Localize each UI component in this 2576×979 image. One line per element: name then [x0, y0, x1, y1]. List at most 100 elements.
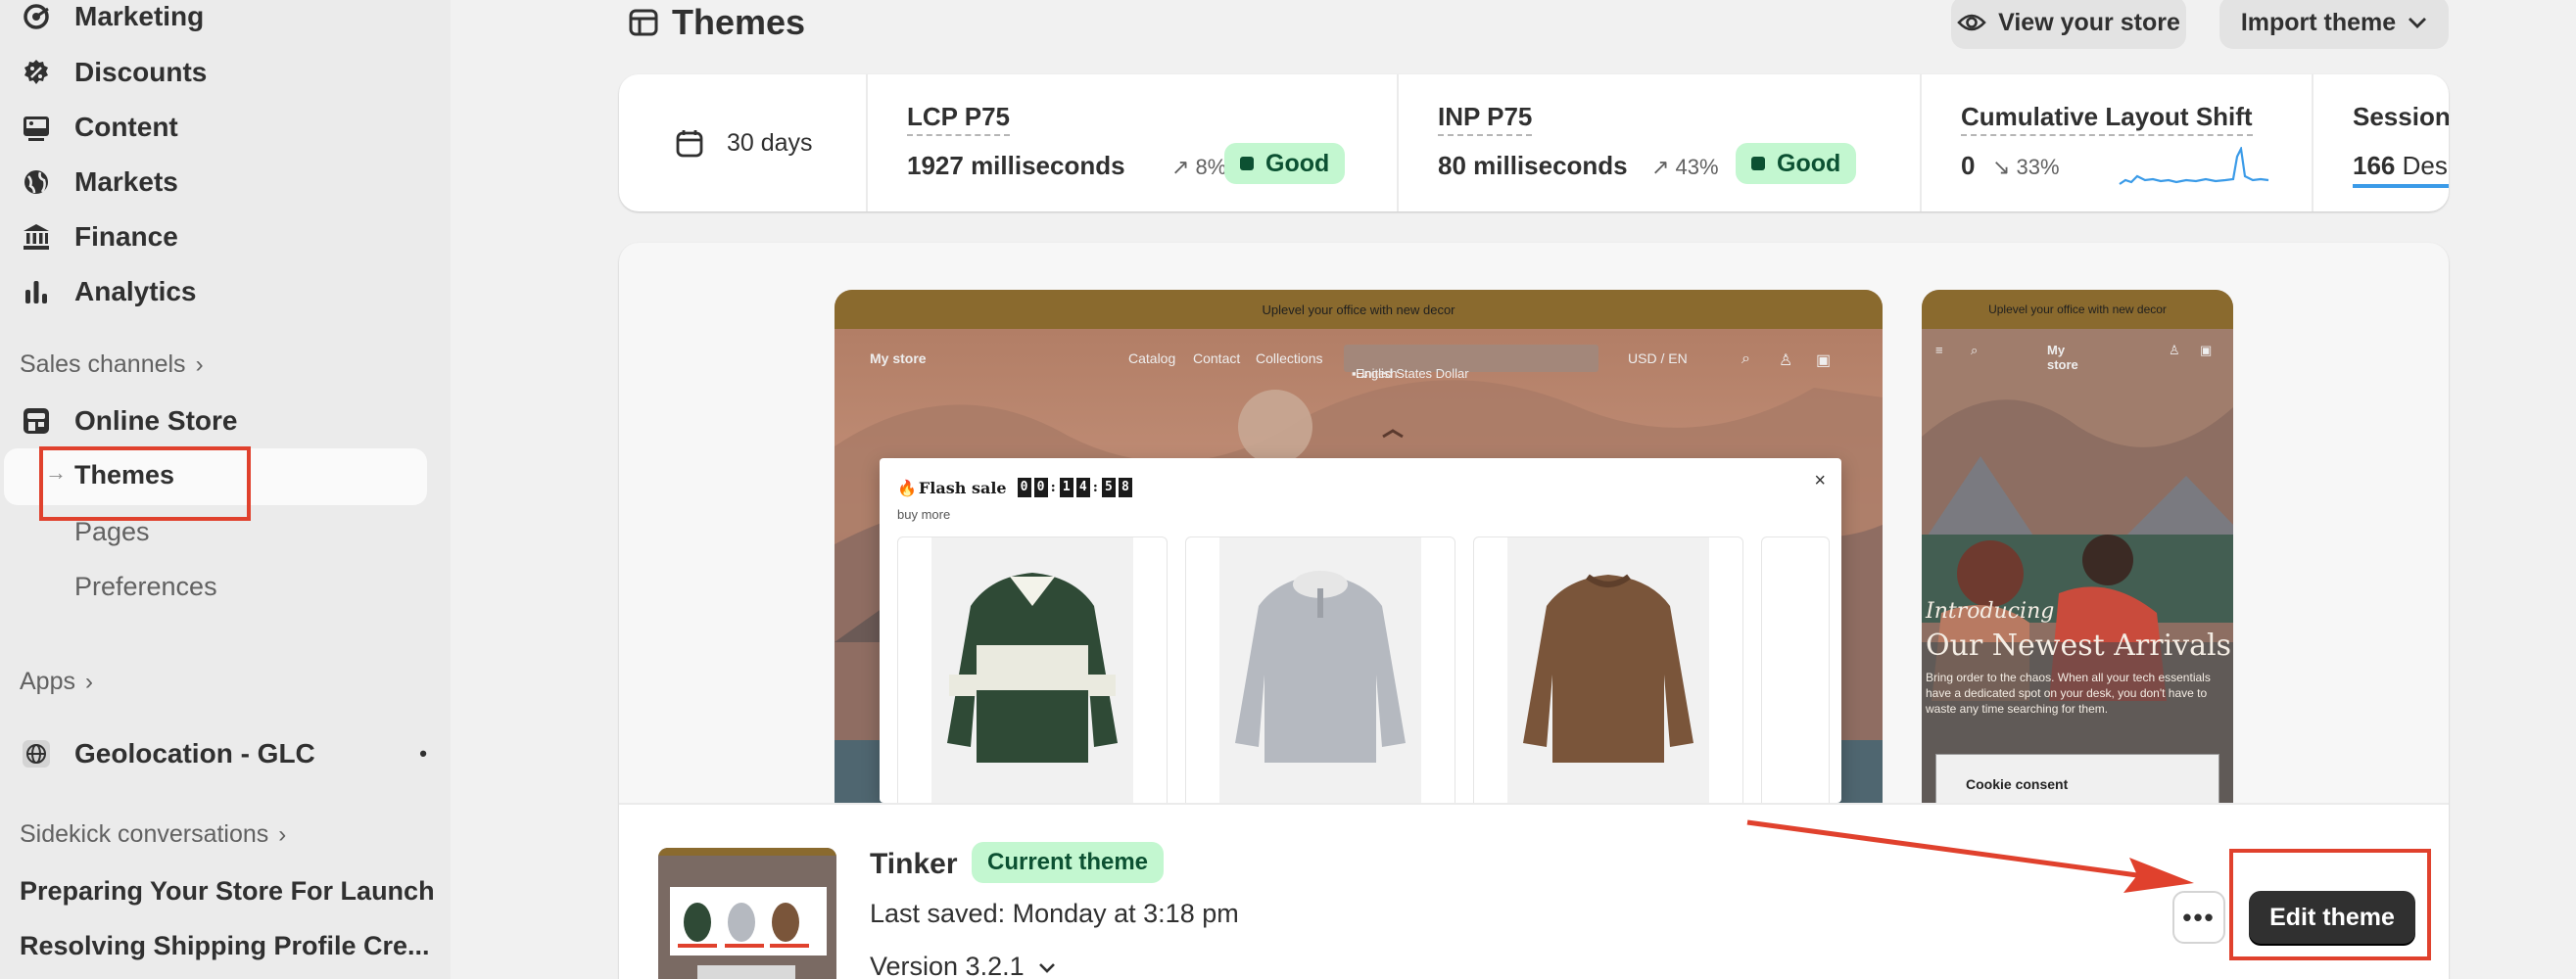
- store-logo[interactable]: My store: [870, 350, 927, 366]
- metric-cls[interactable]: Cumulative Layout Shift 0 ↘ 33%: [1922, 74, 2314, 211]
- store-nav-link[interactable]: Collections: [1256, 350, 1322, 366]
- sidebar-item-geolocation[interactable]: Geolocation - GLC •: [20, 731, 427, 776]
- sidebar-item-discounts[interactable]: Discounts: [20, 50, 207, 95]
- mobile-hero-image: [1922, 329, 2233, 803]
- status-badge-label: Good: [1777, 149, 1841, 177]
- localization-selector[interactable]: ▪ English ▪ United States Dollar ⌄: [1344, 345, 1598, 381]
- cart-icon[interactable]: ▣: [1816, 350, 1831, 370]
- sidebar-item-label: Geolocation - GLC: [74, 738, 315, 769]
- menu-icon[interactable]: ≡: [1935, 343, 1943, 357]
- announcement-bar: Uplevel your office with new decor: [1922, 290, 2233, 329]
- timer-digit: 5: [1101, 478, 1116, 497]
- status-badge: Good: [1224, 143, 1346, 184]
- date-range-selector[interactable]: 30 days: [619, 74, 868, 211]
- metric-delta: ↘ 33%: [1992, 155, 2060, 180]
- sidebar-sub-item-pages[interactable]: Pages: [74, 517, 150, 547]
- sessions-suffix: Des: [2402, 151, 2448, 180]
- metric-title: Session: [2353, 102, 2449, 131]
- account-icon[interactable]: ♙: [1779, 350, 1792, 370]
- search-icon[interactable]: ⌕: [1971, 343, 1978, 358]
- app: Marketing Discounts Content Markets Fina…: [0, 0, 2576, 979]
- theme-thumbnail[interactable]: [658, 848, 836, 979]
- store-nav-link[interactable]: Contact: [1193, 350, 1240, 366]
- conversation-item[interactable]: Preparing Your Store For Launch: [20, 876, 435, 907]
- cart-icon[interactable]: ▣: [2200, 343, 2212, 358]
- currency-label: United States Dollar: [1356, 366, 1469, 381]
- flash-sale-popup: 🔥 Flash sale 00:14:58 buy more ×: [880, 458, 1841, 803]
- sidebar-item-finance[interactable]: Finance: [20, 214, 178, 259]
- page-title-text: Themes: [672, 2, 806, 42]
- close-icon[interactable]: ×: [1814, 470, 1826, 492]
- import-theme-button[interactable]: Import theme: [2219, 0, 2449, 49]
- status-badge: Good: [1736, 143, 1857, 184]
- chevron-right-icon: ›: [84, 668, 93, 695]
- account-icon[interactable]: ♙: [2169, 343, 2180, 358]
- desktop-preview[interactable]: Uplevel your office with new decor My st…: [835, 290, 1883, 803]
- content-icon: [20, 111, 53, 144]
- theme-name: Tinker: [870, 848, 958, 880]
- status-dot-icon: [1751, 157, 1765, 170]
- product-image: [1219, 537, 1421, 803]
- bar-chart-icon: [20, 275, 53, 308]
- sales-channels-label: Sales channels: [20, 350, 186, 378]
- product-card[interactable]: [1185, 536, 1455, 803]
- sidebar-sub-item-preferences[interactable]: Preferences: [74, 572, 217, 602]
- metric-value: 166 Des: [2353, 151, 2448, 181]
- metric-sessions[interactable]: Session 166 Des: [2314, 74, 2449, 211]
- product-card[interactable]: [1761, 536, 1830, 803]
- sessions-value: 166: [2353, 151, 2396, 180]
- annotation-highlight-themes: [39, 446, 251, 521]
- annotation-highlight-edit-theme: [2229, 849, 2431, 960]
- product-card[interactable]: [1473, 536, 1743, 803]
- mobile-preview[interactable]: Uplevel your office with new decor ≡ ⌕ M…: [1922, 290, 2233, 803]
- sidebar-item-analytics[interactable]: Analytics: [20, 269, 197, 314]
- discount-icon: [20, 56, 53, 89]
- arrow-up-right-icon: ↗: [1171, 155, 1196, 179]
- app-globe-icon: [20, 737, 53, 770]
- timer-digit: 4: [1075, 478, 1090, 497]
- arrow-up-right-icon: ↗: [1651, 155, 1676, 179]
- chevron-down-icon: [1038, 962, 1055, 973]
- hero-intro: Introducing: [1926, 599, 2055, 624]
- sidebar-item-content[interactable]: Content: [20, 105, 178, 150]
- version-selector[interactable]: Version 3.2.1: [870, 952, 1056, 979]
- pin-dot-icon: •: [419, 741, 427, 766]
- search-icon[interactable]: ⌕: [1741, 350, 1750, 368]
- hero-description: Bring order to the chaos. When all your …: [1926, 671, 2211, 716]
- sales-channels-heading[interactable]: Sales channels ›: [20, 350, 204, 379]
- theme-thumbnail-image: [658, 848, 836, 979]
- chevron-down-icon: [2409, 18, 2427, 28]
- sidekick-heading[interactable]: Sidekick conversations ›: [20, 820, 286, 849]
- metric-inp[interactable]: INP P75 80 milliseconds ↗ 43% Good: [1399, 74, 1922, 211]
- product-card[interactable]: [897, 536, 1168, 803]
- arrow-down-right-icon: ↘: [1992, 155, 2017, 179]
- brown-sweater-image: [1523, 574, 1693, 763]
- timer-digit: 0: [1033, 478, 1048, 497]
- sidebar-item-online-store[interactable]: Online Store: [20, 398, 237, 443]
- apps-label: Apps: [20, 668, 75, 695]
- web-performance-metrics: 30 days LCP P75 1927 milliseconds ↗ 8% G…: [619, 74, 2449, 211]
- metric-lcp[interactable]: LCP P75 1927 milliseconds ↗ 8% Good: [868, 74, 1399, 211]
- bank-icon: [20, 220, 53, 254]
- conversation-item[interactable]: Resolving Shipping Profile Cre...: [20, 931, 430, 961]
- cookie-consent-banner[interactable]: Cookie consent: [1935, 754, 2219, 803]
- apps-heading[interactable]: Apps ›: [20, 668, 93, 696]
- cookie-consent-title: Cookie consent: [1966, 776, 2069, 792]
- version-label: Version 3.2.1: [870, 952, 1025, 979]
- status-badge-label: Good: [1265, 149, 1330, 177]
- sidebar-item-label: Content: [74, 112, 178, 142]
- metric-title: Cumulative Layout Shift: [1961, 102, 2253, 136]
- store-nav-link[interactable]: Catalog: [1128, 350, 1175, 366]
- import-theme-label: Import theme: [2240, 8, 2397, 36]
- sidebar-item-markets[interactable]: Markets: [20, 160, 178, 205]
- store-logo[interactable]: My store: [2047, 343, 2078, 372]
- grey-henley-sweater-image: [1235, 571, 1406, 763]
- date-range-label: 30 days: [727, 129, 813, 157]
- sidebar-item-marketing[interactable]: Marketing: [20, 0, 204, 39]
- metric-value: 80 milliseconds: [1438, 151, 1628, 180]
- view-store-button[interactable]: View your store: [1951, 0, 2186, 49]
- metric-value: 0: [1961, 151, 1976, 180]
- sidebar-item-label: Markets: [74, 166, 178, 197]
- locale-label[interactable]: USD / EN: [1628, 350, 1688, 366]
- metric-value: 1927 milliseconds: [907, 151, 1125, 180]
